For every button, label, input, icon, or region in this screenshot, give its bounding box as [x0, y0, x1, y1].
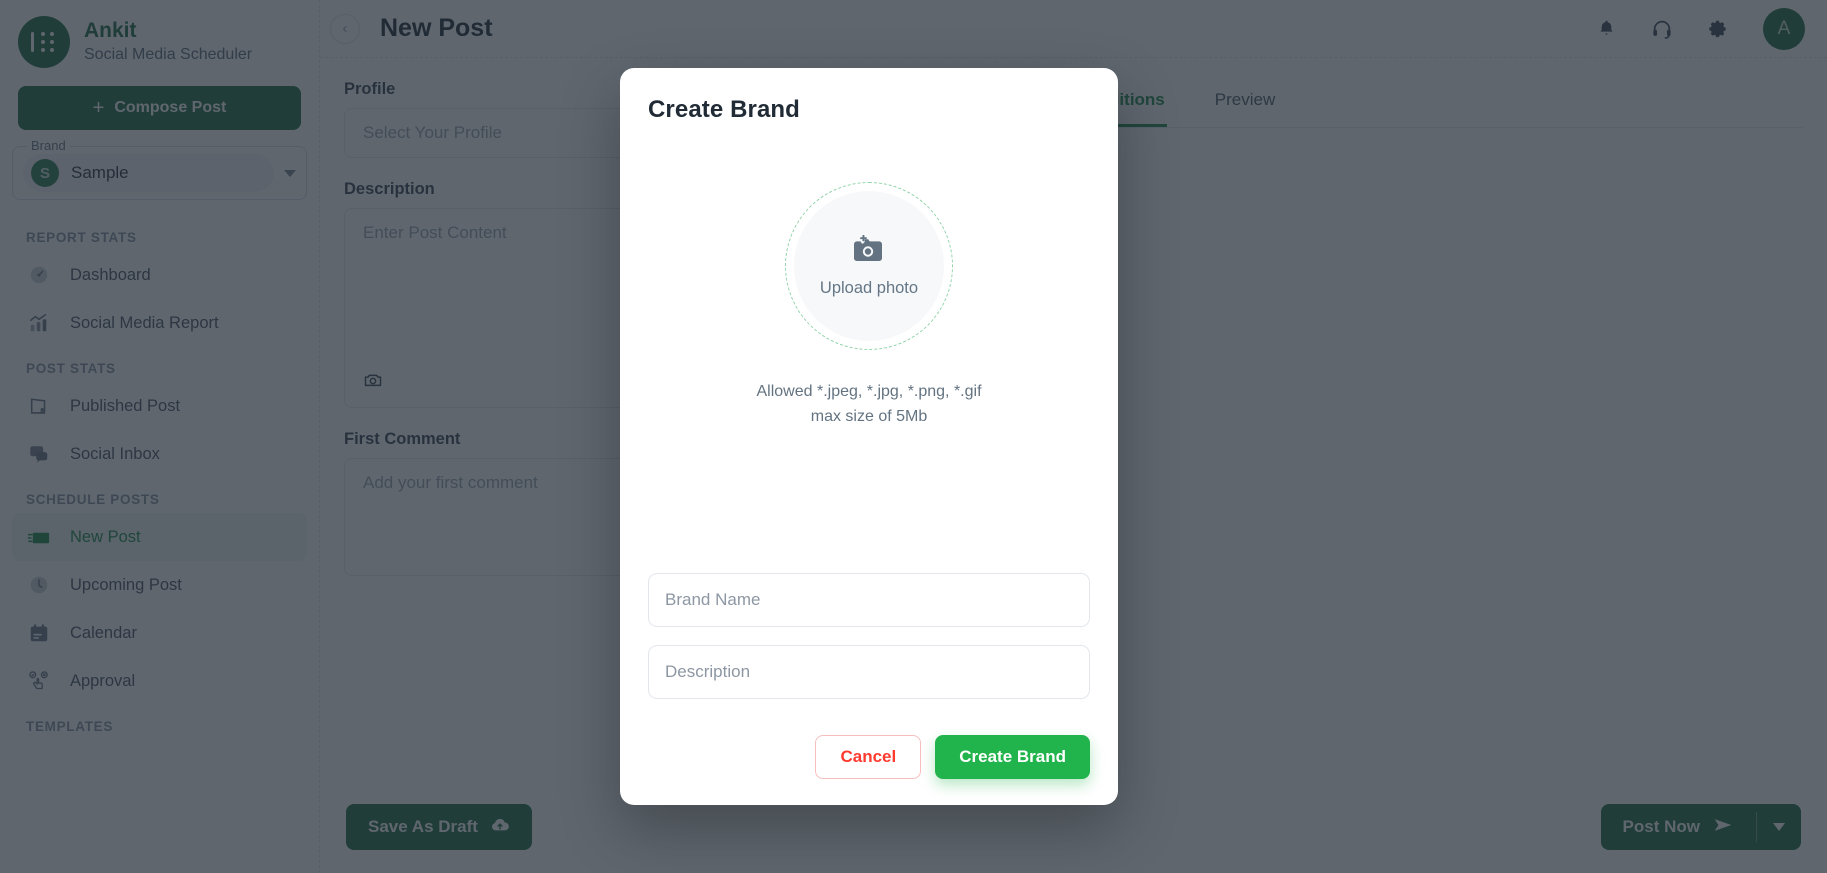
brand-name-input[interactable]: Brand Name	[648, 573, 1090, 627]
create-brand-button[interactable]: Create Brand	[935, 735, 1090, 779]
upload-photo-dropzone[interactable]: Upload photo	[785, 182, 953, 350]
allowed-formats-line1: Allowed *.jpeg, *.jpg, *.png, *.gif	[756, 383, 982, 400]
modal-actions: Cancel Create Brand	[648, 735, 1090, 805]
brand-description-input[interactable]: Description	[648, 645, 1090, 699]
cancel-button[interactable]: Cancel	[815, 735, 922, 779]
modal-fields: Brand Name Description	[648, 573, 1090, 721]
allowed-max-size-line: max size of 5Mb	[810, 407, 928, 425]
create-brand-modal: Create Brand Upload photo Allowed *.jpeg…	[620, 68, 1118, 805]
app-root: Ankit Social Media Scheduler + Compose P…	[0, 0, 1827, 873]
allowed-formats-note: Allowed *.jpeg, *.jpg, *.png, *.gif max …	[756, 380, 981, 430]
upload-zone: Upload photo Allowed *.jpeg, *.jpg, *.pn…	[648, 182, 1090, 430]
modal-title: Create Brand	[648, 96, 800, 123]
upload-photo-label: Upload photo	[819, 278, 919, 297]
camera-plus-icon	[852, 234, 886, 270]
